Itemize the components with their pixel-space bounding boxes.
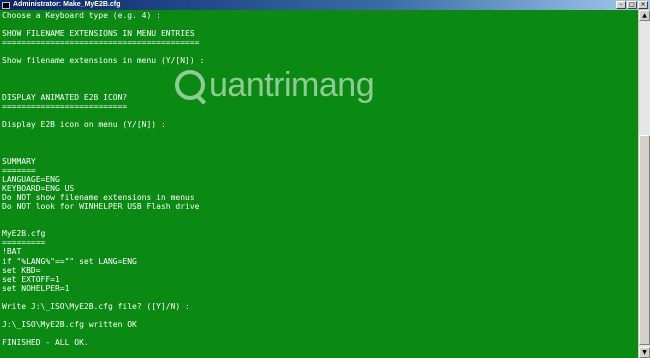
vertical-scrollbar[interactable]: ▲ ▼ [638,10,650,358]
title-bar[interactable]: Administrator: Make_MyE2B.cfg – □ × [0,0,650,10]
console-window: Administrator: Make_MyE2B.cfg – □ × Choo… [0,0,650,358]
console-line: set EXTOFF=1 [2,274,60,284]
console-line: Do NOT look for WINHELPER USB Flash driv… [2,201,200,211]
console-line: !BAT [2,247,22,257]
scroll-down-arrow-icon[interactable]: ▼ [639,347,650,358]
console-line: ========= [2,238,46,248]
console-line: J:\_ISO\MyE2B.cfg written OK [2,320,137,330]
minimize-button[interactable]: – [616,1,626,9]
console-output[interactable]: Choose a Keyboard type (e.g. 4) : SHOW FI… [2,11,624,358]
console-line: LANGUAGE=ENG [2,174,60,184]
console-line: SUMMARY [2,156,36,166]
console-line: Choose a Keyboard type (e.g. 4) : [2,11,161,20]
window-controls: – □ × [616,1,648,9]
console-line: Display E2B icon on menu (Y/[N]) : [2,120,166,130]
close-button[interactable]: × [638,1,648,9]
console-line: Show filename extensions in menu (Y/[N])… [2,56,205,66]
console-line: ======= [2,165,36,175]
console-line: set KBD= [2,265,41,275]
console-line: MyE2B.cfg [2,229,46,239]
console-line: Write J:\_ISO\MyE2B.cfg file? ([Y]/N) : [2,302,190,311]
console-icon [2,1,10,9]
console-line: FINISHED - ALL OK. [2,338,89,348]
scrollbar-thumb[interactable] [639,135,650,345]
watermark: uantrimang [175,66,375,104]
scroll-up-arrow-icon[interactable]: ▲ [639,10,650,21]
console-line: if "%LANG%"=="" set LANG=ENG [2,256,137,266]
maximize-button[interactable]: □ [627,1,637,9]
console-line: set NOHELPER=1 [2,283,70,293]
console-line: Do NOT show filename extensions in menus [2,192,195,202]
console-line: SHOW FILENAME EXTENSIONS IN MENU ENTRIES [2,29,195,39]
watermark-logo-icon [175,70,205,100]
window-title: Administrator: Make_MyE2B.cfg [13,1,121,8]
console-line: KEYBOARD=ENG US [2,183,75,193]
console-line: ========================================… [2,38,200,48]
watermark-text: uantrimang [209,66,375,104]
